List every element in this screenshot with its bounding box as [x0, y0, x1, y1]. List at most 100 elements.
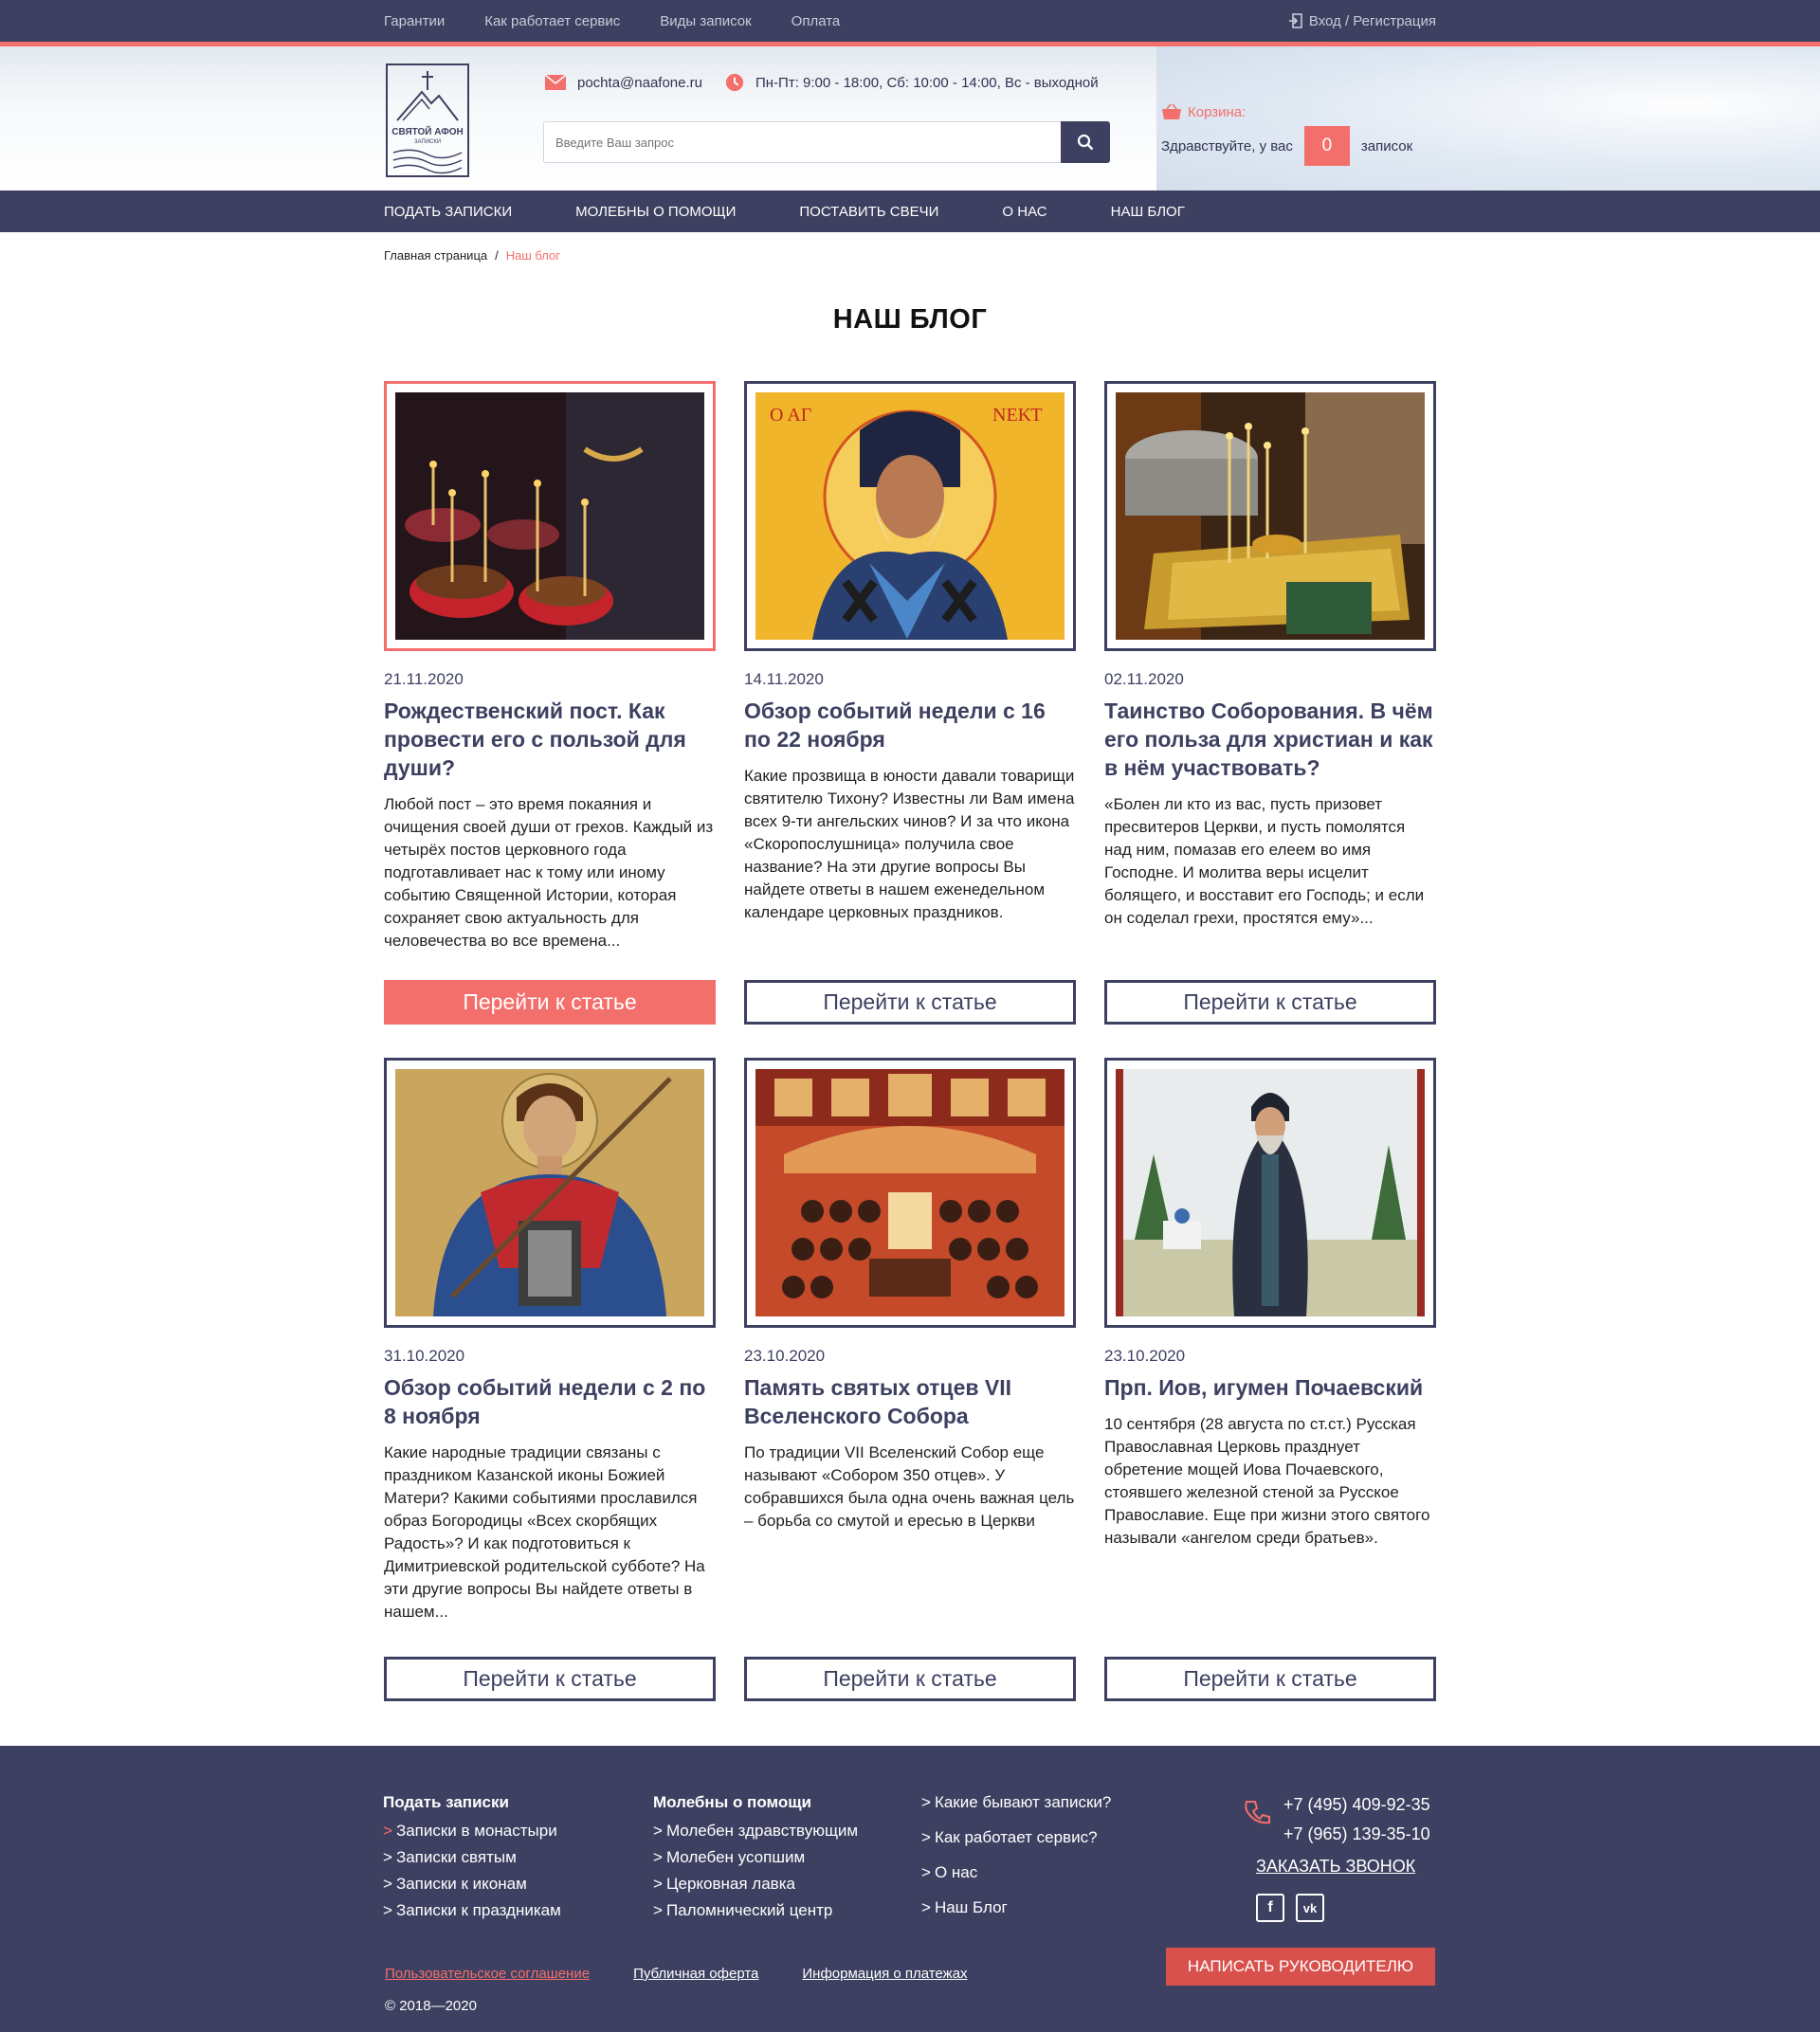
search-bar: [543, 121, 1110, 163]
chevron-right-icon: >: [653, 1875, 663, 1893]
breadcrumb-current: Наш блог: [505, 248, 560, 263]
blog-card: 02.11.2020 Таинство Соборования. В чём е…: [1104, 381, 1436, 1025]
logo-icon: СВЯТОЙ АФОН ЗАПИСКИ: [386, 64, 469, 177]
footer-link[interactable]: > Церковная лавка: [653, 1875, 858, 1894]
post-photo-candles: [395, 392, 704, 640]
footer-link[interactable]: > Паломнический центр: [653, 1901, 858, 1920]
nav-item-candles[interactable]: Поставить свечи: [799, 204, 938, 220]
chevron-right-icon: >: [653, 1848, 663, 1866]
header: СВЯТОЙ АФОН ЗАПИСКИ pochta@naafone.ru Пн…: [0, 46, 1820, 190]
footer-link[interactable]: > Наш Блог: [921, 1898, 1111, 1917]
post-date: 31.10.2020: [384, 1347, 465, 1365]
nav-item-submit-notes[interactable]: Подать записки: [384, 204, 512, 220]
topbar-link-guarantees[interactable]: Гарантии: [384, 13, 445, 29]
post-image-3[interactable]: [1104, 381, 1436, 651]
read-article-button[interactable]: Перейти к статье: [384, 980, 716, 1025]
footer-link[interactable]: > Как работает сервис?: [921, 1828, 1111, 1847]
logo-subtext: ЗАПИСКИ: [414, 139, 441, 145]
post-image-4[interactable]: [384, 1058, 716, 1328]
footer-link-label: О нас: [934, 1863, 978, 1881]
top-bar: Гарантии Как работает сервис Виды записо…: [0, 0, 1820, 42]
post-date: 23.10.2020: [1104, 1347, 1186, 1365]
search-input[interactable]: [543, 121, 1061, 163]
svg-text:ΝΕΚΤ: ΝΕΚΤ: [992, 405, 1042, 426]
header-hours: Пн-Пт: 9:00 - 18:00, Сб: 10:00 - 14:00, …: [755, 74, 1099, 91]
facebook-icon[interactable]: f: [1256, 1894, 1284, 1922]
footer-link-label: Молебен усопшим: [665, 1848, 806, 1866]
nav-item-prayers[interactable]: Молебны о помощи: [575, 204, 736, 220]
footer-col-heading[interactable]: Молебны о помощи: [653, 1793, 858, 1812]
footer-link-label: Записки к праздникам: [395, 1901, 561, 1919]
topbar-link-how-it-works[interactable]: Как работает сервис: [484, 13, 620, 29]
login-link[interactable]: Вход / Регистрация: [1288, 13, 1436, 29]
footer-col-info: > Какие бывают записки? > Как работает сер…: [921, 1793, 1111, 1925]
public-offer-link[interactable]: Публичная оферта: [633, 1966, 758, 1982]
chevron-right-icon: >: [653, 1901, 663, 1919]
topbar-link-payment[interactable]: Оплата: [792, 13, 841, 29]
chevron-right-icon: >: [383, 1848, 392, 1866]
vk-icon[interactable]: vk: [1296, 1894, 1324, 1922]
breadcrumb-separator: /: [495, 248, 499, 263]
footer-link[interactable]: > О нас: [921, 1863, 1111, 1882]
footer-phones: +7 (495) 409-92-35 +7 (965) 139-35-10: [1283, 1790, 1430, 1849]
clock-icon: [725, 73, 744, 92]
post-title[interactable]: Прп. Иов, игумен Почаевский: [1104, 1373, 1436, 1402]
copyright: © 2018—2020: [385, 1998, 477, 2014]
footer-link-label: Паломнический центр: [665, 1901, 833, 1919]
post-photo-unction: [1116, 392, 1425, 640]
footer-col-heading[interactable]: Подать записки: [383, 1793, 561, 1812]
main-nav: Подать записки Молебны о помощи Поставит…: [0, 190, 1820, 232]
write-to-manager-button[interactable]: Написать руководителю: [1166, 1948, 1435, 1986]
payment-info-link[interactable]: Информация о платежах: [802, 1966, 967, 1982]
read-article-button[interactable]: Перейти к статье: [384, 1657, 716, 1701]
blog-card: 21.11.2020 Рождественский пост. Как пров…: [384, 381, 716, 1025]
post-image-5[interactable]: [744, 1058, 1076, 1328]
footer-link[interactable]: > Записки к иконам: [383, 1875, 561, 1894]
site-logo[interactable]: СВЯТОЙ АФОН ЗАПИСКИ: [384, 62, 471, 179]
phone-number-1[interactable]: +7 (495) 409-92-35: [1283, 1790, 1430, 1820]
phone-number-2[interactable]: +7 (965) 139-35-10: [1283, 1820, 1430, 1849]
post-title[interactable]: Рождественский пост. Как провести его с …: [384, 697, 716, 782]
header-contacts: pochta@naafone.ru Пн-Пт: 9:00 - 18:00, С…: [545, 73, 1121, 92]
post-photo-icon-saint: Ο ΑΓ ΝΕΚΤ: [755, 392, 1065, 640]
post-title[interactable]: Обзор событий недели с 16 по 22 ноября: [744, 697, 1076, 753]
header-email[interactable]: pochta@naafone.ru: [577, 75, 702, 91]
blog-card: Ο ΑΓ ΝΕΚΤ 14.11.2020 Обзор событий недел…: [744, 381, 1076, 1025]
chevron-right-icon: >: [383, 1875, 392, 1893]
post-image-1[interactable]: [384, 381, 716, 651]
footer-link-label: Церковная лавка: [665, 1875, 795, 1893]
post-photo-icon-dimitri: [395, 1069, 704, 1316]
read-article-button[interactable]: Перейти к статье: [744, 1657, 1076, 1701]
post-title[interactable]: Таинство Соборования. В чём его польза д…: [1104, 697, 1436, 782]
blog-card: 31.10.2020 Обзор событий недели с 2 по 8…: [384, 1058, 716, 1701]
read-article-button[interactable]: Перейти к статье: [1104, 980, 1436, 1025]
nav-item-about[interactable]: О нас: [1002, 204, 1046, 220]
breadcrumb-home[interactable]: Главная страница: [384, 248, 487, 263]
logo-text: СВЯТОЙ АФОН: [391, 125, 464, 137]
nav-item-blog[interactable]: Наш блог: [1111, 204, 1185, 220]
footer-link[interactable]: > Молебен здравствующим: [653, 1822, 858, 1841]
footer-link[interactable]: > Записки святым: [383, 1848, 561, 1867]
footer-link[interactable]: > Какие бывают записки?: [921, 1793, 1111, 1812]
user-agreement-link[interactable]: Пользовательское соглашение: [385, 1966, 590, 1982]
post-title[interactable]: Память святых отцев VII Вселенского Собо…: [744, 1373, 1076, 1430]
post-image-6[interactable]: [1104, 1058, 1436, 1328]
post-title[interactable]: Обзор событий недели с 2 по 8 ноября: [384, 1373, 716, 1430]
footer-link[interactable]: > Записки в монастыри: [383, 1822, 561, 1841]
cart-widget[interactable]: Корзина: Здравствуйте, у вас 0 записок: [1161, 103, 1412, 166]
login-icon: [1288, 13, 1302, 28]
topbar-link-note-types[interactable]: Виды записок: [660, 13, 751, 29]
phone-icon: [1245, 1801, 1270, 1824]
search-button[interactable]: [1061, 121, 1110, 163]
footer-link[interactable]: > Молебен усопшим: [653, 1848, 858, 1867]
post-excerpt: 10 сентября (28 августа по ст.ст.) Русск…: [1104, 1415, 1430, 1547]
post-image-2[interactable]: Ο ΑΓ ΝΕΚΤ: [744, 381, 1076, 651]
order-callback-link[interactable]: ЗАКАЗАТЬ ЗВОНОК: [1256, 1857, 1415, 1877]
cart-greeting: Здравствуйте, у вас: [1161, 137, 1293, 154]
footer-link[interactable]: > Записки к праздникам: [383, 1901, 561, 1920]
read-article-button[interactable]: Перейти к статье: [1104, 1657, 1436, 1701]
chevron-right-icon: >: [383, 1822, 392, 1840]
read-article-button[interactable]: Перейти к статье: [744, 980, 1076, 1025]
chevron-right-icon: >: [921, 1898, 931, 1916]
post-excerpt: Какие прозвища в юности давали товарищи …: [744, 767, 1075, 921]
